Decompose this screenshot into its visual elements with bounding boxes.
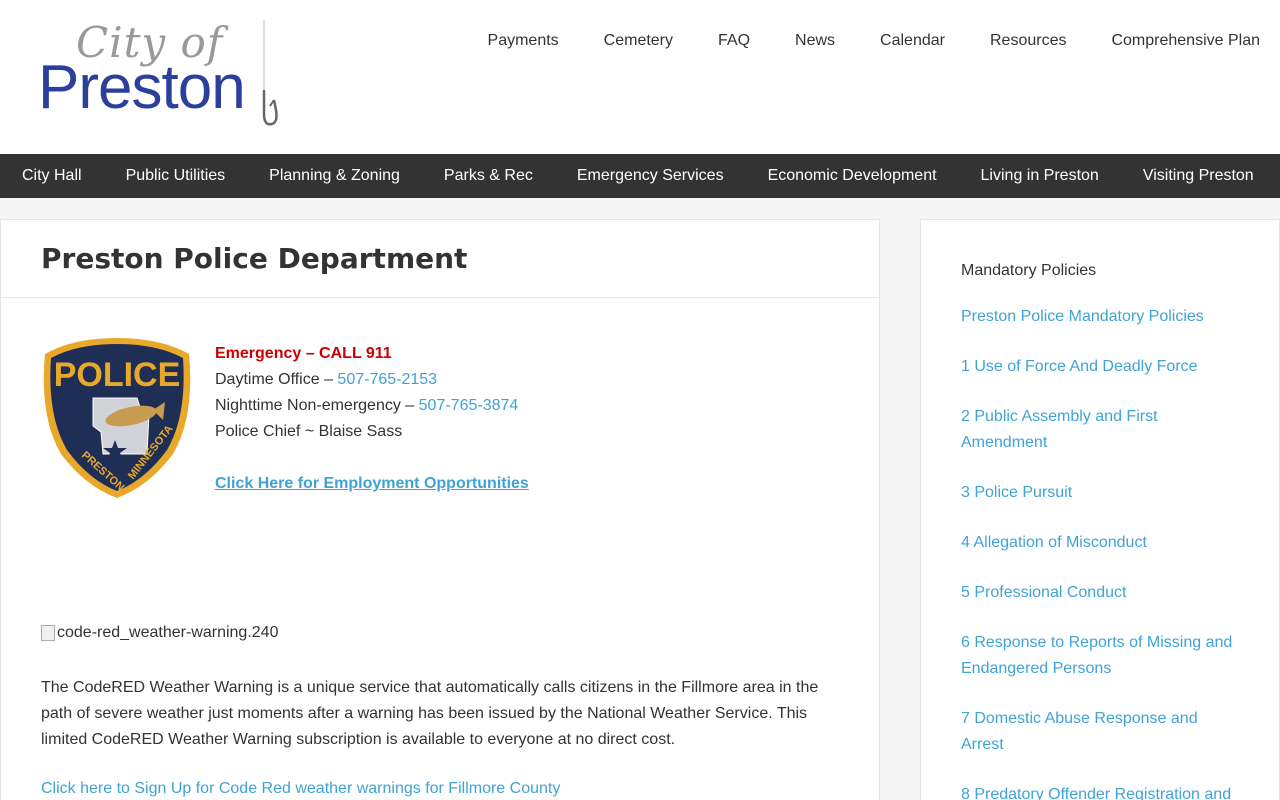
contact-info: Emergency – CALL 911 Daytime Office – 50… bbox=[215, 341, 529, 497]
main-nav-planning-zoning[interactable]: Planning & Zoning bbox=[247, 154, 422, 198]
codered-broken-image: code-red_weather-warning.240 bbox=[41, 624, 278, 642]
logo-preston-text: Preston bbox=[38, 53, 246, 122]
policy-link[interactable]: 6 Response to Reports of Missing and End… bbox=[961, 634, 1232, 677]
badge-police-text: POLICE bbox=[54, 356, 181, 394]
main-nav-emergency-services[interactable]: Emergency Services bbox=[555, 154, 746, 198]
policy-list: Preston Police Mandatory Policies 1 Use … bbox=[961, 304, 1239, 800]
top-nav-calendar[interactable]: Calendar bbox=[880, 32, 945, 50]
page-title: Preston Police Department bbox=[1, 220, 879, 298]
policy-list-item: 6 Response to Reports of Missing and End… bbox=[961, 630, 1239, 682]
policy-list-item: 3 Police Pursuit bbox=[961, 480, 1239, 506]
top-nav-news[interactable]: News bbox=[795, 32, 835, 50]
main-nav-economic-development[interactable]: Economic Development bbox=[746, 154, 959, 198]
policy-link[interactable]: 7 Domestic Abuse Response and Arrest bbox=[961, 710, 1198, 753]
top-nav: Payments Cemetery FAQ News Calendar Reso… bbox=[443, 32, 1260, 50]
policy-list-item: 5 Professional Conduct bbox=[961, 580, 1239, 606]
codered-signup-link[interactable]: Click here to Sign Up for Code Red weath… bbox=[41, 780, 560, 798]
main-nav: City Hall Public Utilities Planning & Zo… bbox=[0, 154, 1280, 198]
nighttime-label: Nighttime Non-emergency – bbox=[215, 397, 419, 414]
broken-image-icon bbox=[41, 625, 55, 641]
main-nav-living-in-preston[interactable]: Living in Preston bbox=[959, 154, 1121, 198]
main-content: Preston Police Department POLICE PRESTON… bbox=[0, 219, 880, 800]
nighttime-phone-link[interactable]: 507-765-3874 bbox=[419, 397, 519, 414]
top-nav-comprehensive-plan[interactable]: Comprehensive Plan bbox=[1111, 32, 1260, 50]
policy-link[interactable]: 2 Public Assembly and First Amendment bbox=[961, 408, 1158, 451]
police-badge-logo: POLICE PRESTON MINNESOTA bbox=[43, 338, 191, 498]
daytime-label: Daytime Office – bbox=[215, 371, 338, 388]
sidebar-title: Mandatory Policies bbox=[961, 262, 1097, 279]
top-nav-resources[interactable]: Resources bbox=[990, 32, 1066, 50]
emergency-line: Emergency – CALL 911 bbox=[215, 345, 392, 362]
codered-description: The CodeRED Weather Warning is a unique … bbox=[41, 679, 819, 748]
policy-list-item: 1 Use of Force And Deadly Force bbox=[961, 354, 1239, 380]
fish-hook-icon bbox=[262, 20, 278, 126]
policy-list-item: Preston Police Mandatory Policies bbox=[961, 304, 1239, 330]
main-nav-visiting-preston[interactable]: Visiting Preston bbox=[1121, 154, 1276, 198]
policy-list-item: 7 Domestic Abuse Response and Arrest bbox=[961, 706, 1239, 758]
top-nav-faq[interactable]: FAQ bbox=[718, 32, 750, 50]
main-nav-city-hall[interactable]: City Hall bbox=[0, 154, 104, 198]
employment-opportunities-link[interactable]: Click Here for Employment Opportunities bbox=[215, 471, 529, 497]
policy-link[interactable]: 5 Professional Conduct bbox=[961, 584, 1126, 601]
city-logo[interactable]: City of Preston bbox=[38, 18, 288, 133]
policy-link[interactable]: 8 Predatory Offender Registration and bbox=[961, 786, 1231, 800]
policy-link[interactable]: 1 Use of Force And Deadly Force bbox=[961, 358, 1198, 375]
policy-link[interactable]: 4 Allegation of Misconduct bbox=[961, 534, 1147, 551]
policy-list-item: 4 Allegation of Misconduct bbox=[961, 530, 1239, 556]
main-nav-public-utilities[interactable]: Public Utilities bbox=[104, 154, 248, 198]
sidebar: Mandatory Policies Preston Police Mandat… bbox=[920, 219, 1280, 800]
site-header: City of Preston Payments Cemetery FAQ Ne… bbox=[0, 0, 1280, 154]
top-nav-cemetery[interactable]: Cemetery bbox=[604, 32, 673, 50]
top-nav-payments[interactable]: Payments bbox=[488, 32, 559, 50]
broken-image-alt: code-red_weather-warning.240 bbox=[57, 624, 279, 641]
main-nav-parks-rec[interactable]: Parks & Rec bbox=[422, 154, 555, 198]
police-chief-line: Police Chief ~ Blaise Sass bbox=[215, 423, 403, 440]
policy-list-item: 2 Public Assembly and First Amendment bbox=[961, 404, 1239, 456]
policy-list-item: 8 Predatory Offender Registration and bbox=[961, 782, 1239, 800]
nighttime-line: Nighttime Non-emergency – 507-765-3874 bbox=[215, 393, 529, 419]
daytime-office-line: Daytime Office – 507-765-2153 bbox=[215, 367, 529, 393]
policy-link[interactable]: 3 Police Pursuit bbox=[961, 484, 1072, 501]
policy-link[interactable]: Preston Police Mandatory Policies bbox=[961, 308, 1204, 325]
daytime-phone-link[interactable]: 507-765-2153 bbox=[337, 371, 437, 388]
